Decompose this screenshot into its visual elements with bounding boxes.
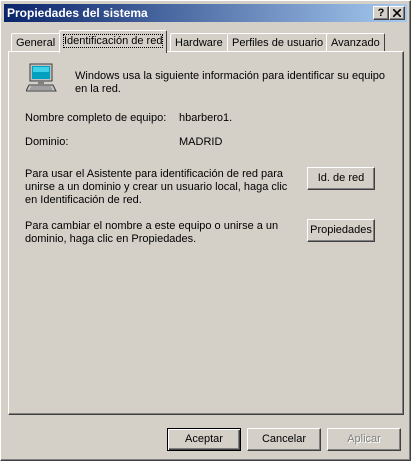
cancel-button[interactable]: Cancelar [247,428,321,451]
help-button[interactable]: ? [373,6,389,20]
tab-label: Identificación de red [62,34,164,48]
properties-button[interactable]: Propiedades [307,219,375,242]
tab-user-profiles[interactable]: Perfiles de usuario [227,33,329,52]
close-button[interactable] [389,6,405,20]
title-bar[interactable]: Propiedades del sistema ? [4,4,407,22]
computer-icon [26,63,57,92]
tab-network-identification[interactable]: Identificación de red [59,30,168,53]
ok-button[interactable]: Aceptar [167,428,241,451]
tab-advanced[interactable]: Avanzado [326,33,385,52]
tab-label: Avanzado [331,37,380,49]
intro-text: Windows usa la siguiente información par… [75,70,386,95]
domain-value: MADRID [179,136,223,148]
wizard-text: Para usar el Asistente para identificaci… [25,168,288,206]
tab-general[interactable]: General [11,33,61,52]
domain-label: Dominio: [25,136,69,148]
tab-label: Hardware [175,37,223,49]
close-icon [393,9,401,17]
tab-hardware[interactable]: Hardware [170,33,228,52]
network-id-button[interactable]: Id. de red [307,167,375,190]
computer-name-value: hbarbero1. [179,112,233,124]
tab-panel: Windows usa la siguiente información par… [8,51,404,415]
window-title: Propiedades del sistema [7,6,148,20]
tab-label: General [16,37,56,49]
tab-label: Perfiles de usuario [232,37,324,49]
system-properties-window: Propiedades del sistema ? General Identi… [0,0,411,461]
computer-name-label: Nombre completo de equipo: [25,112,167,124]
rename-text: Para cambiar el nombre a este equipo o u… [25,220,279,245]
apply-button[interactable]: Aplicar [327,428,401,451]
